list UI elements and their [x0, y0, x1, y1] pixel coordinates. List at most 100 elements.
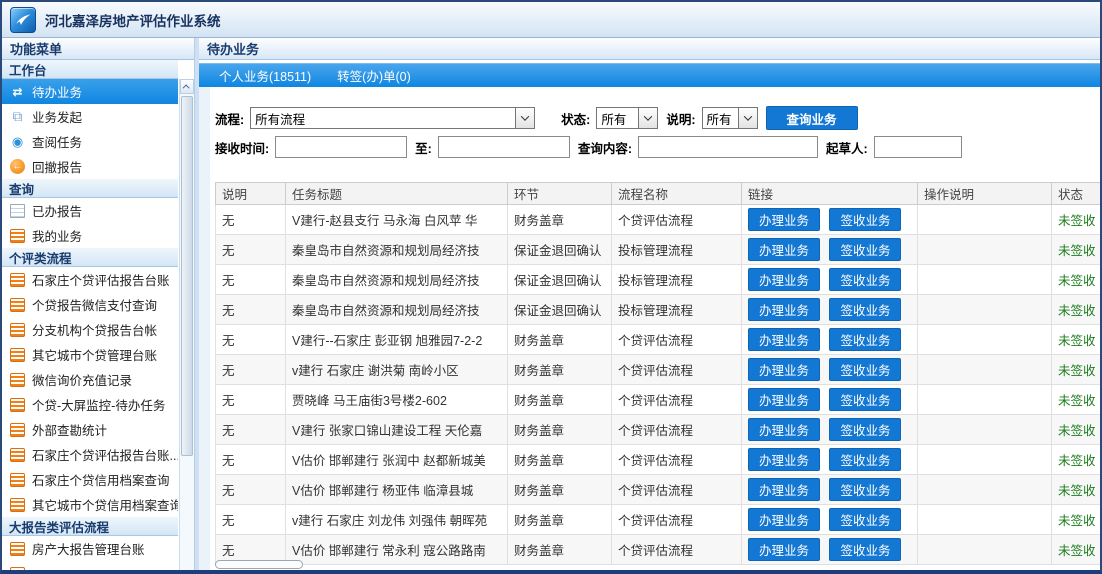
sidebar-item[interactable]: 石家庄个贷评估报告台账...: [2, 442, 178, 467]
handle-business-button[interactable]: 办理业务: [748, 418, 820, 441]
cell-step: 财务盖章: [508, 415, 612, 445]
cell-task-title: V估价 邯郸建行 张润中 赵都新城美: [286, 445, 508, 475]
tab-personal-business[interactable]: 个人业务(18511): [219, 66, 311, 85]
sign-business-button[interactable]: 签收业务: [829, 388, 901, 411]
sign-business-button[interactable]: 签收业务: [829, 478, 901, 501]
col-status: 状态: [1052, 183, 1101, 205]
status-select[interactable]: 所有: [596, 107, 658, 129]
cell-links: 办理业务 签收业务: [742, 325, 918, 355]
scroll-up-button[interactable]: [180, 79, 194, 94]
handle-business-button[interactable]: 办理业务: [748, 538, 820, 561]
sidebar-item[interactable]: 个贷报告微信支付查询: [2, 292, 178, 317]
receive-time-label: 接收时间:: [215, 138, 269, 157]
sidebar-item[interactable]: 回撤报告: [2, 154, 178, 179]
table-row: 无 V估价 邯郸建行 常永利 寇公路路南 财务盖章 个贷评估流程 办理业务 签收…: [216, 535, 1101, 565]
handle-business-button[interactable]: 办理业务: [748, 208, 820, 231]
ledger-icon: [10, 323, 25, 337]
cell-op-note: [918, 385, 1052, 415]
horizontal-scrollbar-thumb[interactable]: [215, 560, 303, 569]
ledger-icon: [10, 298, 25, 312]
cell-step: 财务盖章: [508, 505, 612, 535]
handle-business-button[interactable]: 办理业务: [748, 388, 820, 411]
cell-step: 财务盖章: [508, 325, 612, 355]
sidebar-item[interactable]: 外部查勘统计: [2, 417, 178, 442]
chevron-down-icon[interactable]: [738, 108, 757, 128]
ledger-icon: [10, 498, 25, 512]
sidebar-item[interactable]: 其它城市个贷管理台账: [2, 342, 178, 367]
sidebar-item[interactable]: 石家庄个贷信用档案查询: [2, 467, 178, 492]
cell-note: 无: [216, 355, 286, 385]
note-select[interactable]: 所有: [702, 107, 758, 129]
cell-note: 无: [216, 235, 286, 265]
ledger-icon: [10, 273, 25, 287]
sign-business-button[interactable]: 签收业务: [829, 328, 901, 351]
ledger-icon: [10, 398, 25, 412]
handle-business-button[interactable]: 办理业务: [748, 298, 820, 321]
sidebar-item[interactable]: 其它城市个贷信用档案查询: [2, 492, 178, 517]
sidebar-item-label: 分支机构个贷报告台帐: [32, 320, 157, 339]
cell-task-title: 秦皇岛市自然资源和规划局经济技: [286, 295, 508, 325]
cell-process-name: 个贷评估流程: [612, 325, 742, 355]
content-area: 流程: 所有流程 状态: 所有 说明: 所有: [199, 87, 1100, 570]
sign-business-button[interactable]: 签收业务: [829, 268, 901, 291]
col-op-note: 操作说明: [918, 183, 1052, 205]
table-row: 无 V建行-赵县支行 马永海 白风苹 华 财务盖章 个贷评估流程 办理业务 签收…: [216, 205, 1101, 235]
cell-process-name: 投标管理流程: [612, 295, 742, 325]
cell-step: 财务盖章: [508, 385, 612, 415]
sidebar-section-header: 大报告类评估流程: [2, 517, 178, 536]
handle-business-button[interactable]: 办理业务: [748, 478, 820, 501]
cell-links: 办理业务 签收业务: [742, 235, 918, 265]
table-row: 无 v建行 石家庄 刘龙伟 刘强伟 朝晖苑 财务盖章 个贷评估流程 办理业务 签…: [216, 505, 1101, 535]
sidebar-scrollbar-thumb[interactable]: [181, 96, 193, 456]
process-select[interactable]: 所有流程: [250, 107, 535, 129]
handle-business-button[interactable]: 办理业务: [748, 328, 820, 351]
query-business-button[interactable]: 查询业务: [766, 106, 858, 130]
to-label: 至:: [415, 138, 432, 157]
sign-business-button[interactable]: 签收业务: [829, 238, 901, 261]
chevron-down-icon[interactable]: [638, 108, 657, 128]
handle-business-button[interactable]: 办理业务: [748, 238, 820, 261]
sidebar-item[interactable]: 业务发起: [2, 104, 178, 129]
sign-business-button[interactable]: 签收业务: [829, 208, 901, 231]
chevron-up-icon: [182, 84, 189, 91]
sidebar-item[interactable]: 个贷-大屏监控-待办任务: [2, 392, 178, 417]
chevron-down-icon[interactable]: [515, 108, 534, 128]
cell-links: 办理业务 签收业务: [742, 445, 918, 475]
sidebar-scrollbar[interactable]: [179, 79, 194, 570]
sidebar-item[interactable]: 微信询价充值记录: [2, 367, 178, 392]
sidebar-item[interactable]: 房产大报告管理台账: [2, 536, 178, 561]
sidebar-item-label: 个贷报告微信支付查询: [32, 295, 157, 314]
cell-links: 办理业务 签收业务: [742, 265, 918, 295]
handle-business-button[interactable]: 办理业务: [748, 358, 820, 381]
cell-step: 保证金退回确认: [508, 265, 612, 295]
receive-time-input[interactable]: [275, 136, 407, 158]
query-content-input[interactable]: [638, 136, 818, 158]
cell-step: 保证金退回确认: [508, 235, 612, 265]
handle-business-button[interactable]: 办理业务: [748, 268, 820, 291]
sidebar-item[interactable]: 石家庄个贷评估报告台账: [2, 267, 178, 292]
sidebar-item[interactable]: 已办报告: [2, 198, 178, 223]
sign-business-button[interactable]: 签收业务: [829, 358, 901, 381]
handle-business-button[interactable]: 办理业务: [748, 448, 820, 471]
sidebar-item-label: 个贷-大屏监控-待办任务: [32, 395, 165, 414]
sidebar-item[interactable]: 待办业务: [2, 79, 178, 104]
sign-business-button[interactable]: 签收业务: [829, 448, 901, 471]
sidebar-item[interactable]: 查阅任务: [2, 129, 178, 154]
sidebar-item[interactable]: 分支机构个贷报告台帐: [2, 317, 178, 342]
sign-business-button[interactable]: 签收业务: [829, 538, 901, 561]
tab-transfer-orders[interactable]: 转签(办)单(0): [337, 66, 411, 85]
table-row: 无 贾晓峰 马王庙街3号楼2-602 财务盖章 个贷评估流程 办理业务 签收业务…: [216, 385, 1101, 415]
cell-process-name: 个贷评估流程: [612, 535, 742, 565]
sidebar-item[interactable]: [2, 561, 178, 570]
swoosh-bird-icon: [14, 11, 32, 29]
sign-business-button[interactable]: 签收业务: [829, 508, 901, 531]
drafter-input[interactable]: [874, 136, 962, 158]
sign-business-button[interactable]: 签收业务: [829, 298, 901, 321]
receive-time-to-input[interactable]: [438, 136, 570, 158]
ledger-icon: [10, 542, 25, 556]
sign-business-button[interactable]: 签收业务: [829, 418, 901, 441]
sidebar-section-label: 查询: [9, 179, 34, 198]
table-row: 无 秦皇岛市自然资源和规划局经济技 保证金退回确认 投标管理流程 办理业务 签收…: [216, 295, 1101, 325]
handle-business-button[interactable]: 办理业务: [748, 508, 820, 531]
sidebar-item[interactable]: 我的业务: [2, 223, 178, 248]
